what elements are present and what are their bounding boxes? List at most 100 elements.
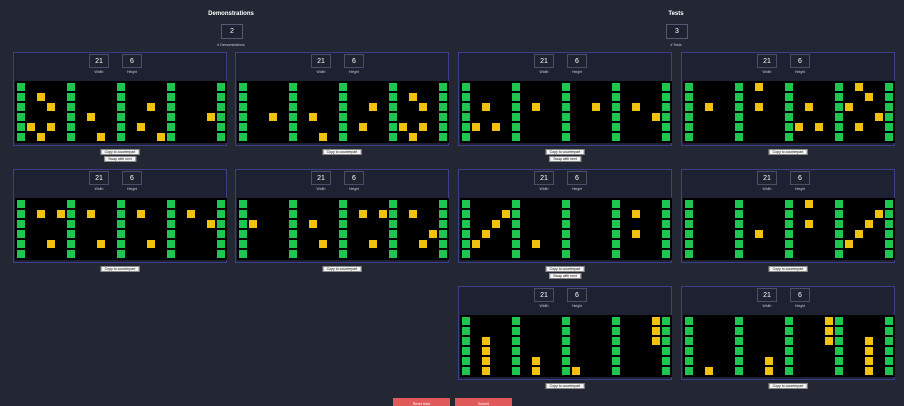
grid-cell[interactable]	[835, 93, 843, 101]
grid-cell[interactable]	[875, 347, 883, 355]
grid-cell[interactable]	[439, 133, 447, 141]
grid-cell[interactable]	[339, 113, 347, 121]
grid-cell[interactable]	[875, 230, 883, 238]
grid-cell[interactable]	[705, 317, 713, 325]
grid-cell[interactable]	[512, 113, 520, 121]
grid-cell[interactable]	[57, 133, 65, 141]
grid-cell[interactable]	[765, 93, 773, 101]
grid-cell[interactable]	[279, 230, 287, 238]
grid-cell[interactable]	[572, 240, 580, 248]
grid-cell[interactable]	[542, 357, 550, 365]
grid-cell[interactable]	[47, 220, 55, 228]
grid-cell[interactable]	[562, 133, 570, 141]
grid-cell[interactable]	[522, 230, 530, 238]
grid-cell[interactable]	[329, 240, 337, 248]
grid-cell[interactable]	[705, 230, 713, 238]
grid-cell[interactable]	[369, 133, 377, 141]
demonstrations-1-input-copy-button[interactable]: Copy to counterpart	[100, 149, 140, 155]
grid-cell[interactable]	[652, 240, 660, 248]
grid-cell[interactable]	[765, 367, 773, 375]
grid-cell[interactable]	[662, 93, 670, 101]
grid-cell[interactable]	[37, 250, 45, 258]
grid-cell[interactable]	[239, 220, 247, 228]
grid-cell[interactable]	[775, 133, 783, 141]
grid-cell[interactable]	[855, 200, 863, 208]
grid-cell[interactable]	[632, 347, 640, 355]
grid-cell[interactable]	[632, 240, 640, 248]
grid-cell[interactable]	[522, 240, 530, 248]
grid-cell[interactable]	[735, 200, 743, 208]
grid-cell[interactable]	[137, 103, 145, 111]
grid-cell[interactable]	[117, 113, 125, 121]
grid-cell[interactable]	[582, 93, 590, 101]
grid-cell[interactable]	[755, 83, 763, 91]
grid-cell[interactable]	[765, 337, 773, 345]
grid-cell[interactable]	[572, 220, 580, 228]
grid-cell[interactable]	[419, 210, 427, 218]
grid-cell[interactable]	[177, 83, 185, 91]
grid-cell[interactable]	[835, 200, 843, 208]
grid-cell[interactable]	[705, 200, 713, 208]
grid-cell[interactable]	[632, 113, 640, 121]
grid-cell[interactable]	[512, 317, 520, 325]
grid-cell[interactable]	[57, 250, 65, 258]
grid-cell[interactable]	[815, 327, 823, 335]
grid-cell[interactable]	[389, 133, 397, 141]
grid-cell[interactable]	[825, 240, 833, 248]
grid-cell[interactable]	[147, 83, 155, 91]
grid-cell[interactable]	[825, 357, 833, 365]
grid-cell[interactable]	[622, 113, 630, 121]
grid-cell[interactable]	[339, 133, 347, 141]
grid-cell[interactable]	[157, 230, 165, 238]
grid-cell[interactable]	[482, 83, 490, 91]
grid-cell[interactable]	[482, 357, 490, 365]
grid-cell[interactable]	[875, 123, 883, 131]
grid-cell[interactable]	[512, 103, 520, 111]
grid-cell[interactable]	[187, 250, 195, 258]
grid-cell[interactable]	[745, 327, 753, 335]
grid-cell[interactable]	[612, 357, 620, 365]
grid-cell[interactable]	[429, 250, 437, 258]
demonstrations-1-input-height-input[interactable]: 6	[122, 54, 142, 68]
grid-cell[interactable]	[339, 240, 347, 248]
grid-cell[interactable]	[492, 103, 500, 111]
grid-cell[interactable]	[785, 123, 793, 131]
grid-cell[interactable]	[389, 123, 397, 131]
grid-cell[interactable]	[552, 210, 560, 218]
grid-cell[interactable]	[725, 250, 733, 258]
grid-cell[interactable]	[359, 210, 367, 218]
grid-cell[interactable]	[855, 93, 863, 101]
tests-3-input-copy-button[interactable]: Copy to counterpart	[545, 383, 585, 389]
grid-cell[interactable]	[37, 230, 45, 238]
grid-cell[interactable]	[845, 93, 853, 101]
grid-cell[interactable]	[755, 210, 763, 218]
grid-cell[interactable]	[805, 240, 813, 248]
grid-cell[interactable]	[562, 250, 570, 258]
grid-cell[interactable]	[492, 347, 500, 355]
grid-cell[interactable]	[167, 103, 175, 111]
grid-cell[interactable]	[602, 133, 610, 141]
grid-cell[interactable]	[502, 93, 510, 101]
grid-cell[interactable]	[602, 210, 610, 218]
grid-cell[interactable]	[815, 240, 823, 248]
grid-cell[interactable]	[582, 83, 590, 91]
grid-cell[interactable]	[695, 230, 703, 238]
grid-cell[interactable]	[765, 250, 773, 258]
grid-cell[interactable]	[389, 113, 397, 121]
grid-cell[interactable]	[532, 83, 540, 91]
grid-cell[interactable]	[187, 93, 195, 101]
grid-cell[interactable]	[289, 210, 297, 218]
grid-cell[interactable]	[775, 337, 783, 345]
grid-cell[interactable]	[279, 250, 287, 258]
grid-cell[interactable]	[472, 133, 480, 141]
grid-cell[interactable]	[795, 230, 803, 238]
grid-cell[interactable]	[117, 123, 125, 131]
grid-cell[interactable]	[462, 200, 470, 208]
grid-cell[interactable]	[815, 357, 823, 365]
grid-cell[interactable]	[299, 93, 307, 101]
demonstrations-2-output-width-input[interactable]: 21	[311, 171, 331, 185]
grid-cell[interactable]	[745, 240, 753, 248]
grid-cell[interactable]	[47, 93, 55, 101]
grid-cell[interactable]	[855, 347, 863, 355]
grid-cell[interactable]	[512, 250, 520, 258]
